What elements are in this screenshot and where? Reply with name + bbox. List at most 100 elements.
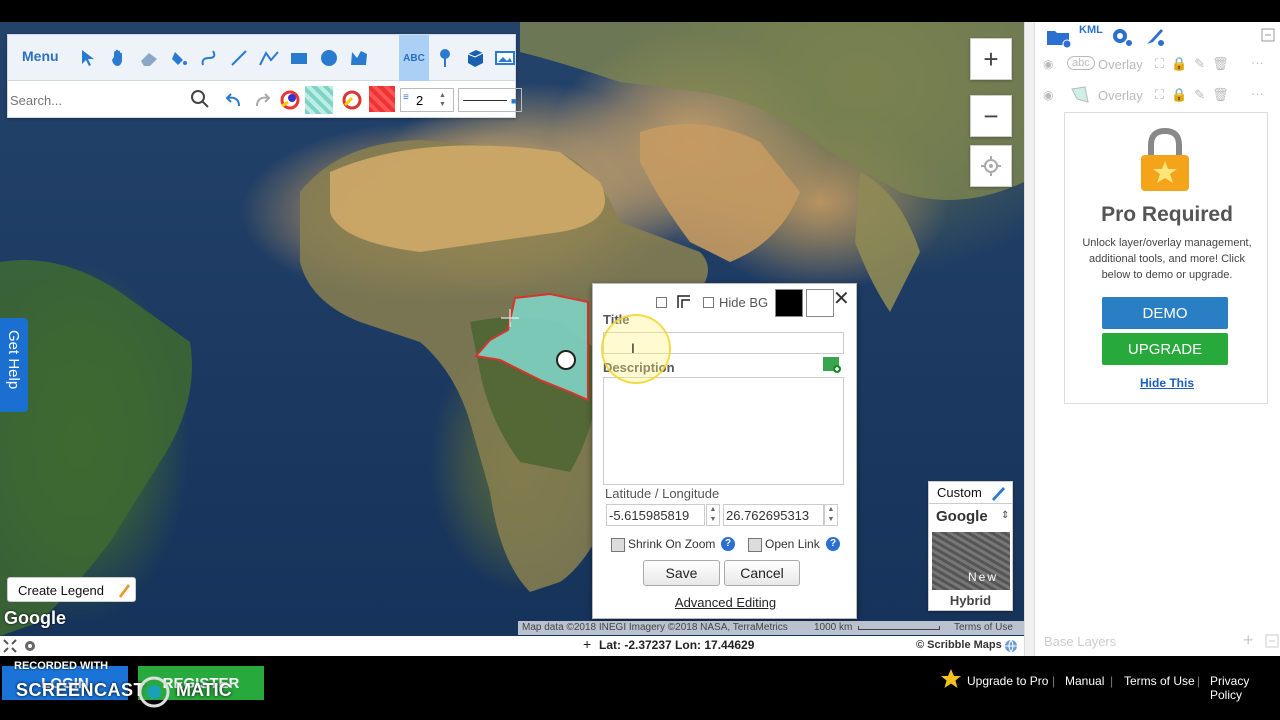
eye-icon[interactable]: ◉ bbox=[1043, 88, 1053, 102]
demo-button[interactable]: DEMO bbox=[1102, 297, 1228, 329]
drawing-toolbar: Menu ABC Search... ≡ 2 ▲ ▼ ■ bbox=[7, 34, 522, 118]
zoom-out-button[interactable]: − bbox=[970, 95, 1012, 137]
bg-color-swatch[interactable] bbox=[806, 289, 834, 317]
layers-panel: KML ◉ abc Overlay ⛶🔒✎🗑 ··· ◉ Overlay ⛶🔒✎… bbox=[1034, 22, 1280, 656]
insert-image-icon[interactable] bbox=[822, 356, 842, 374]
open-link-help-icon[interactable]: ? bbox=[826, 537, 840, 551]
3d-icon[interactable] bbox=[462, 45, 488, 71]
overlay-row[interactable]: ◉ Overlay ⛶🔒✎🗑 ··· bbox=[1035, 81, 1280, 109]
select-icon[interactable] bbox=[76, 45, 102, 71]
polygon-icon[interactable] bbox=[346, 45, 372, 71]
drawn-polygon[interactable] bbox=[470, 290, 600, 410]
shrink-on-zoom-checkbox[interactable] bbox=[611, 538, 625, 552]
provider-select[interactable]: Google ⇕ bbox=[929, 505, 1012, 529]
upgrade-button[interactable]: UPGRADE bbox=[1102, 333, 1228, 365]
map-terms-link[interactable]: Terms of Use bbox=[954, 622, 1013, 633]
stroke-color-icon[interactable] bbox=[338, 86, 366, 114]
gear-icon[interactable] bbox=[1110, 26, 1134, 48]
collapse-base-icon[interactable] bbox=[1265, 634, 1279, 648]
search-icon[interactable] bbox=[190, 89, 210, 109]
marker-edit-dialog: Hide BG ✕ Title Description Latitude / L… bbox=[592, 283, 857, 619]
recorded-with-watermark: RECORDED WITH bbox=[14, 660, 109, 672]
fill-icon[interactable] bbox=[166, 45, 192, 71]
text-badge: abc bbox=[1067, 56, 1095, 70]
screencast-watermark: SCREENCAST bbox=[16, 680, 146, 700]
locate-button[interactable] bbox=[970, 145, 1012, 187]
shrink-on-zoom-label: Shrink On Zoom bbox=[628, 537, 716, 551]
globe-icon bbox=[1005, 639, 1017, 653]
advanced-editing-link[interactable]: Advanced Editing bbox=[593, 595, 858, 610]
create-legend-button[interactable]: Create Legend bbox=[7, 577, 136, 602]
hide-bg-checkbox[interactable] bbox=[703, 297, 714, 308]
hide-this-link[interactable]: Hide This bbox=[1065, 376, 1269, 390]
fill-color-swatch[interactable] bbox=[305, 86, 333, 114]
get-help-tab[interactable]: Get Help bbox=[0, 318, 28, 412]
status-bar: + Lat: -2.37237 Lon: 17.44629 © Scribble… bbox=[0, 636, 1024, 656]
fullscreen-icon[interactable] bbox=[2, 638, 18, 654]
manual-link[interactable]: Manual bbox=[1065, 674, 1104, 688]
collapse-panel-icon[interactable] bbox=[1261, 28, 1275, 42]
stroke-width-stepper[interactable]: ≡ 2 ▲ ▼ bbox=[400, 88, 454, 112]
custom-map-button[interactable]: Custom bbox=[929, 482, 1012, 504]
stepper-arrows-icon[interactable]: ▲ ▼ bbox=[439, 91, 446, 109]
latitude-spinner-icon[interactable]: ▲ ▼ bbox=[706, 504, 720, 526]
panel-scrollbar[interactable] bbox=[1024, 22, 1034, 656]
freehand-icon[interactable] bbox=[196, 45, 222, 71]
top-black-bar bbox=[0, 0, 1280, 22]
privacy-link[interactable]: Privacy Policy bbox=[1210, 674, 1280, 702]
overlay-row[interactable]: ◉ abc Overlay ⛶🔒✎🗑 ··· bbox=[1035, 50, 1280, 78]
text-color-swatch[interactable] bbox=[775, 289, 803, 317]
line-style-lock-icon: ■ bbox=[511, 96, 517, 106]
kml-icon[interactable]: KML bbox=[1079, 24, 1103, 36]
brush-icon[interactable] bbox=[1143, 26, 1167, 48]
image-icon[interactable] bbox=[494, 45, 516, 71]
longitude-spinner-icon[interactable]: ▲ ▼ bbox=[824, 504, 838, 526]
upgrade-pro-link[interactable]: Upgrade to Pro bbox=[967, 674, 1048, 688]
map-attribution: Map data ©2018 INEGI Imagery ©2018 NASA,… bbox=[518, 621, 1024, 635]
overlay-actions-icon[interactable]: ⛶🔒✎🗑 bbox=[1155, 56, 1236, 72]
line-color-icon[interactable] bbox=[276, 86, 304, 114]
hybrid-thumbnail[interactable]: New bbox=[932, 532, 1010, 590]
marker-icon[interactable] bbox=[432, 45, 458, 71]
shrink-help-icon[interactable]: ? bbox=[721, 537, 735, 551]
circle-icon[interactable] bbox=[316, 45, 342, 71]
save-button[interactable]: Save bbox=[643, 560, 720, 586]
rectangle-icon[interactable] bbox=[286, 45, 312, 71]
longitude-input[interactable]: 26.762695313 bbox=[723, 504, 824, 526]
hide-bg-label: Hide BG bbox=[719, 295, 769, 310]
toolbar-tools-row: Menu ABC bbox=[8, 35, 515, 81]
polygon-anchor-handle[interactable] bbox=[556, 350, 576, 370]
border-checkbox[interactable] bbox=[656, 297, 667, 308]
overlay-actions-icon[interactable]: ⛶🔒✎🗑 bbox=[1155, 87, 1236, 103]
pan-icon[interactable] bbox=[106, 45, 132, 71]
text-icon[interactable]: ABC bbox=[399, 35, 429, 81]
open-link-checkbox[interactable] bbox=[748, 538, 762, 552]
app-window: Menu ABC Search... ≡ 2 ▲ ▼ ■ + − Get Hel… bbox=[0, 0, 1280, 720]
eraser-icon[interactable] bbox=[136, 45, 162, 71]
pro-required-box: Pro Required Unlock layer/overlay manage… bbox=[1064, 112, 1268, 404]
menu-button[interactable]: Menu bbox=[22, 48, 59, 64]
redo-icon[interactable] bbox=[248, 86, 276, 114]
polygon-thumb-icon bbox=[1071, 86, 1089, 103]
latitude-input[interactable]: -5.615985819 bbox=[606, 504, 705, 526]
terms-link[interactable]: Terms of Use bbox=[1124, 674, 1195, 688]
line-icon[interactable] bbox=[226, 45, 252, 71]
line-style-select[interactable]: ■ bbox=[458, 88, 522, 112]
open-folder-icon[interactable] bbox=[1045, 26, 1073, 48]
undo-icon[interactable] bbox=[220, 86, 248, 114]
stroke-color-swatch[interactable] bbox=[369, 86, 395, 112]
eye-icon[interactable]: ◉ bbox=[1043, 57, 1053, 71]
polyline-icon[interactable] bbox=[256, 45, 282, 71]
zoom-in-button[interactable]: + bbox=[970, 38, 1012, 80]
map-type-selector: Custom Google ⇕ New Hybrid bbox=[928, 481, 1013, 611]
more-icon[interactable]: ··· bbox=[1251, 86, 1264, 101]
settings-gear-icon[interactable] bbox=[22, 638, 38, 654]
pro-required-title: Pro Required bbox=[1101, 203, 1233, 226]
base-layers-label: Base Layers bbox=[1044, 634, 1117, 649]
search-input[interactable] bbox=[10, 88, 215, 112]
close-icon[interactable]: ✕ bbox=[833, 286, 850, 311]
add-layer-icon[interactable]: + bbox=[1243, 630, 1254, 651]
description-textarea[interactable] bbox=[603, 377, 844, 485]
more-icon[interactable]: ··· bbox=[1251, 55, 1264, 70]
cancel-button[interactable]: Cancel bbox=[724, 560, 800, 586]
